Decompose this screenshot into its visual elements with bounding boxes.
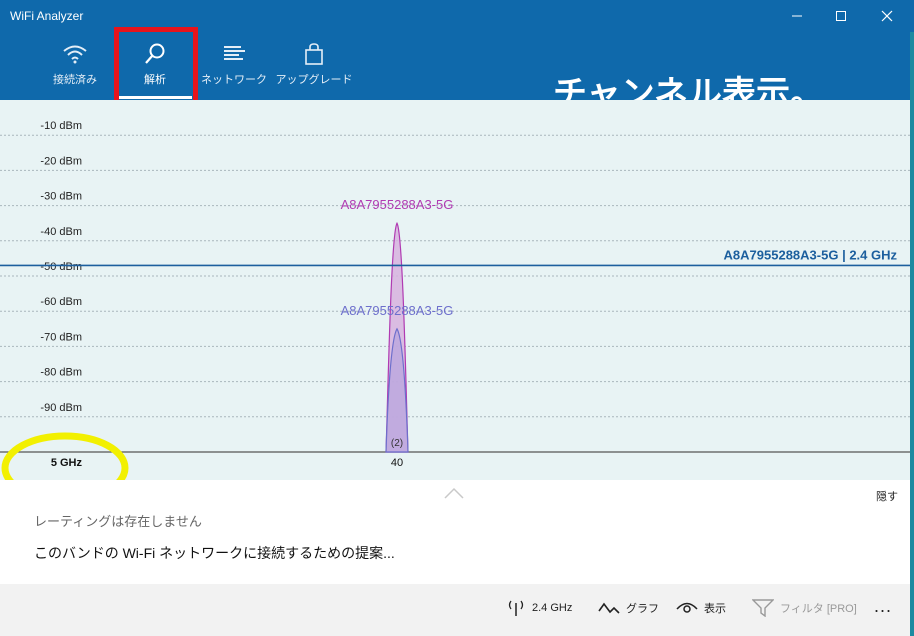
band-label: 5 GHz <box>51 457 83 469</box>
nav-item-upgrade[interactable]: アップグレード <box>275 32 353 100</box>
filter-button[interactable]: フィルタ [PRO] <box>752 598 857 618</box>
close-button[interactable] <box>864 0 910 32</box>
view-button-label: 表示 <box>704 603 726 615</box>
info-panel: 隠す レーティングは存在しません このバンドの Wi-Fi ネットワークに接続す… <box>0 480 910 584</box>
band-button[interactable]: 2.4 GHz <box>506 598 572 618</box>
band-button-label: 2.4 GHz <box>532 602 573 614</box>
window-edge <box>910 32 914 636</box>
y-tick-label: -10 dBm <box>40 120 82 132</box>
chevron-up-icon[interactable] <box>443 486 465 500</box>
filter-button-label: フィルタ [PRO] <box>780 603 857 615</box>
y-tick-label: -60 dBm <box>40 296 82 308</box>
more-options-button[interactable]: ... <box>874 596 892 617</box>
maximize-icon <box>836 11 846 21</box>
minimize-icon <box>792 15 802 17</box>
view-button[interactable]: 表示 <box>676 598 726 618</box>
y-tick-label: -70 dBm <box>40 331 82 343</box>
y-tick-label: -30 dBm <box>40 191 82 203</box>
wifi-icon <box>63 45 87 64</box>
rating-text: レーティングは存在しません <box>34 514 202 529</box>
y-tick-label: -40 dBm <box>40 226 82 238</box>
filter-funnel-icon <box>752 599 774 617</box>
y-tick-label: -80 dBm <box>40 367 82 379</box>
maximize-button[interactable] <box>818 0 864 32</box>
hide-button[interactable]: 隠す <box>876 488 898 504</box>
nav-item-connected[interactable]: 接続済み <box>40 32 110 100</box>
suggestion-link[interactable]: このバンドの Wi-Fi ネットワークに接続するための提案... <box>34 543 395 563</box>
channel-chart-svg: -10 dBm -20 dBm -30 dBm -40 dBm -50 dBm -60 d… <box>0 120 910 504</box>
nav-item-label: ネットワーク <box>201 74 267 86</box>
graph-button[interactable]: グラフ <box>598 598 659 618</box>
close-icon <box>881 10 893 22</box>
graph-wave-icon <box>598 602 620 614</box>
bottom-command-bar: 2.4 GHz グラフ 表示 フィルタ [PRO] ... <box>0 584 910 636</box>
highlight-box <box>114 27 198 109</box>
y-tick-label: -50 dBm <box>40 261 82 273</box>
connected-signal-label: A8A7955288A3-5G | 2.4 GHz <box>724 247 898 262</box>
channel-chart: -10 dBm -20 dBm -30 dBm -40 dBm -50 dBm -60 d… <box>0 100 910 504</box>
network-count-label: (2) <box>391 438 403 449</box>
network-list-icon <box>224 46 245 60</box>
network-peak-label: A8A7955288A3-5G <box>341 303 454 318</box>
eye-icon <box>676 602 698 613</box>
nav-item-label: 接続済み <box>53 74 97 86</box>
y-tick-label: -20 dBm <box>40 155 82 167</box>
y-tick-label: -90 dBm <box>40 402 82 414</box>
graph-button-label: グラフ <box>626 603 659 615</box>
network-peak-label: A8A7955288A3-5G <box>341 197 454 212</box>
shopping-bag-icon <box>305 43 323 65</box>
nav-item-label: アップグレード <box>275 74 353 86</box>
minimize-button[interactable] <box>774 0 820 32</box>
x-tick-label: 40 <box>391 457 403 469</box>
nav-item-network[interactable]: ネットワーク <box>196 32 272 100</box>
antenna-icon <box>508 600 524 616</box>
app-title: WiFi Analyzer <box>10 9 84 23</box>
